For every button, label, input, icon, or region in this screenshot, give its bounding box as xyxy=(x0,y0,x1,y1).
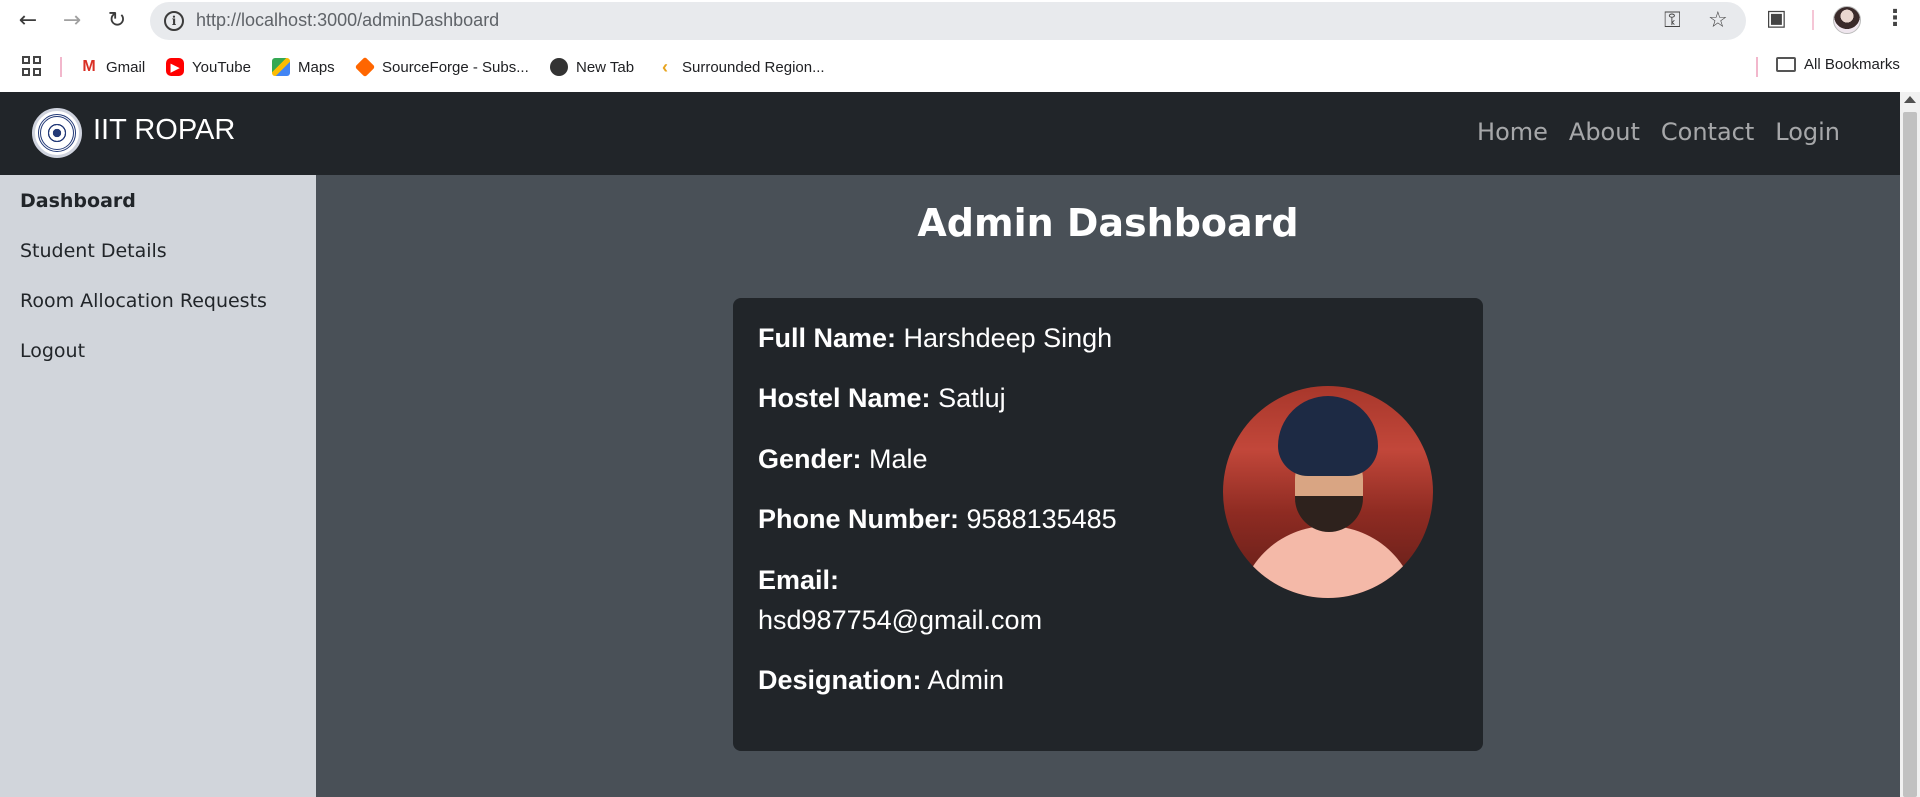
globe-icon xyxy=(550,58,568,76)
nav-link-home[interactable]: Home xyxy=(1477,118,1548,146)
iit-ropar-logo[interactable] xyxy=(32,108,82,158)
puzzle-icon[interactable]: ▣ xyxy=(1766,6,1794,34)
hostel-value: Satluj xyxy=(938,383,1006,413)
bookmark-maps[interactable]: Maps xyxy=(272,56,335,78)
page-scrollbar[interactable] xyxy=(1900,92,1920,797)
url-text[interactable]: http://localhost:3000/adminDashboard xyxy=(196,10,499,31)
scroll-thumb[interactable] xyxy=(1903,112,1917,797)
gender-value: Male xyxy=(869,444,928,474)
field-label: Designation: xyxy=(758,665,922,695)
page-title: Admin Dashboard xyxy=(917,201,1299,245)
field-label: Full Name: xyxy=(758,323,897,353)
email-field: Email: hsd987754@gmail.com xyxy=(758,560,1088,640)
field-label: Email: xyxy=(758,565,840,595)
forward-arrow-icon[interactable]: → xyxy=(58,8,86,34)
bookmark-label: New Tab xyxy=(576,58,635,76)
maps-icon xyxy=(272,58,290,76)
all-bookmarks-button[interactable]: All Bookmarks xyxy=(1776,56,1900,73)
nav-link-login[interactable]: Login xyxy=(1775,118,1840,146)
nav-link-about[interactable]: About xyxy=(1569,118,1640,146)
phone-field: Phone Number: 9588135485 xyxy=(758,499,1158,539)
email-value: hsd987754@gmail.com xyxy=(758,605,1043,635)
profile-photo xyxy=(1223,386,1433,598)
profile-avatar[interactable] xyxy=(1833,6,1861,34)
nav-link-contact[interactable]: Contact xyxy=(1661,118,1754,146)
full-name-value: Harshdeep Singh xyxy=(903,323,1113,353)
field-label: Phone Number: xyxy=(758,504,960,534)
back-arrow-icon[interactable]: ← xyxy=(14,8,42,34)
reload-icon[interactable]: ↻ xyxy=(103,8,131,34)
field-label: Hostel Name: xyxy=(758,383,931,413)
youtube-icon: ▶ xyxy=(166,58,184,76)
designation-field: Designation: Admin xyxy=(758,660,1158,700)
nav-links: Home About Contact Login xyxy=(1477,118,1840,146)
bookmark-youtube[interactable]: ▶ YouTube xyxy=(166,56,251,78)
address-bar[interactable]: i http://localhost:3000/adminDashboard ⚿… xyxy=(150,2,1746,40)
toolbar-divider xyxy=(1812,10,1814,30)
phone-value: 9588135485 xyxy=(966,504,1117,534)
bookmark-label: Gmail xyxy=(106,58,146,76)
gender-field: Gender: Male xyxy=(758,439,1158,479)
bookmarks-bar: M Gmail ▶ YouTube Maps SourceForge - Sub… xyxy=(0,42,1920,92)
hostel-field: Hostel Name: Satluj xyxy=(758,378,1158,418)
key-icon[interactable]: ⚿ xyxy=(1664,8,1681,33)
main-content: Admin Dashboard Full Name: Harshdeep Sin… xyxy=(316,175,1900,797)
bookmark-leetcode[interactable]: ‹ Surrounded Region... xyxy=(656,56,825,78)
bookmark-label: Surrounded Region... xyxy=(682,58,825,76)
apps-grid-icon[interactable] xyxy=(22,56,42,76)
sourceforge-icon xyxy=(354,56,376,78)
bookmark-sourceforge[interactable]: SourceForge - Subs... xyxy=(354,56,529,78)
bookmarks-divider xyxy=(1756,57,1758,77)
sidebar-item-student-details[interactable]: Student Details xyxy=(20,240,167,262)
bookmark-new-tab[interactable]: New Tab xyxy=(550,56,634,78)
star-icon[interactable]: ☆ xyxy=(1708,8,1728,33)
bookmark-gmail[interactable]: M Gmail xyxy=(80,56,145,78)
bookmark-label: Maps xyxy=(298,58,335,76)
sidebar-item-dashboard[interactable]: Dashboard xyxy=(20,190,136,212)
full-name-field: Full Name: Harshdeep Singh xyxy=(758,318,1158,358)
sidebar-item-room-allocation-requests[interactable]: Room Allocation Requests xyxy=(20,290,267,312)
profile-card: Full Name: Harshdeep Singh Hostel Name: … xyxy=(733,298,1483,751)
designation-value: Admin xyxy=(927,665,1005,695)
scroll-up-arrow-icon[interactable] xyxy=(1904,96,1916,103)
gmail-icon: M xyxy=(80,58,98,76)
field-label: Gender: xyxy=(758,444,862,474)
all-bookmarks-label: All Bookmarks xyxy=(1804,56,1900,73)
site-navbar: IIT ROPAR Home About Contact Login xyxy=(0,92,1900,175)
bookmark-label: SourceForge - Subs... xyxy=(382,58,529,76)
bookmarks-divider xyxy=(60,57,62,77)
brand-name[interactable]: IIT ROPAR xyxy=(93,114,235,147)
browser-toolbar: ← → ↻ i http://localhost:3000/adminDashb… xyxy=(0,0,1920,42)
sidebar-item-logout[interactable]: Logout xyxy=(20,340,85,362)
kebab-menu-icon[interactable]: ⋮ xyxy=(1884,6,1906,31)
leetcode-icon: ‹ xyxy=(656,57,674,77)
folder-icon xyxy=(1776,57,1796,72)
bookmark-label: YouTube xyxy=(192,58,251,76)
info-icon[interactable]: i xyxy=(164,11,184,31)
sidebar: Dashboard Student Details Room Allocatio… xyxy=(0,175,316,797)
